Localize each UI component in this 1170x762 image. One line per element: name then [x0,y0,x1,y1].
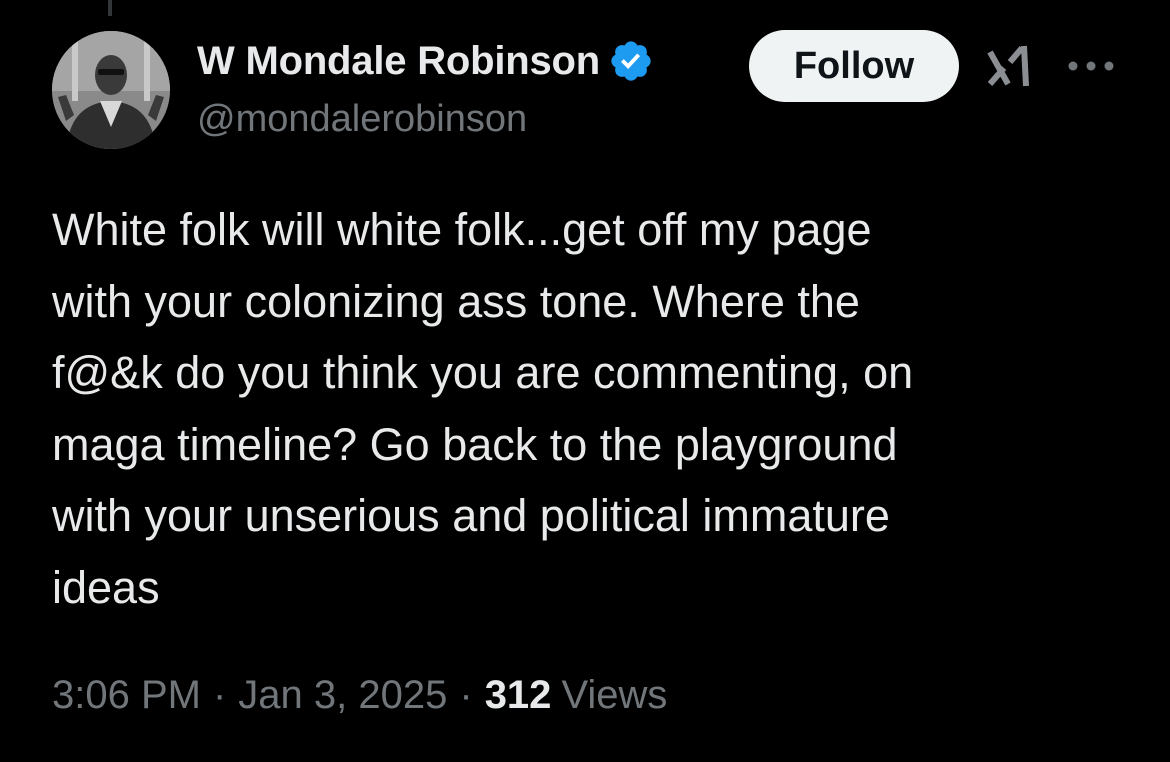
views-count[interactable]: 312 [485,673,552,718]
meta-separator: · [459,673,473,717]
tweet-meta: 3:06 PM · Jan 3, 2025 · 312 Views [52,673,667,718]
more-options-icon[interactable] [1066,58,1116,74]
grok-icon[interactable] [986,44,1036,88]
author-name-row: W Mondale Robinson [197,36,654,86]
meta-separator: · [212,673,227,717]
views-label[interactable]: Views [561,673,667,718]
author-handle[interactable]: @mondalerobinson [197,98,527,141]
tweet-date[interactable]: Jan 3, 2025 [238,673,447,718]
author-display-name[interactable]: W Mondale Robinson [197,39,600,84]
avatar[interactable] [52,31,170,149]
verified-badge-icon[interactable] [608,38,654,84]
avatar-image [52,31,170,149]
thread-connector-line [108,0,112,16]
follow-button[interactable]: Follow [749,30,959,102]
tweet-time[interactable]: 3:06 PM [52,673,201,718]
tweet-text: White folk will white folk...get off my … [52,204,914,613]
